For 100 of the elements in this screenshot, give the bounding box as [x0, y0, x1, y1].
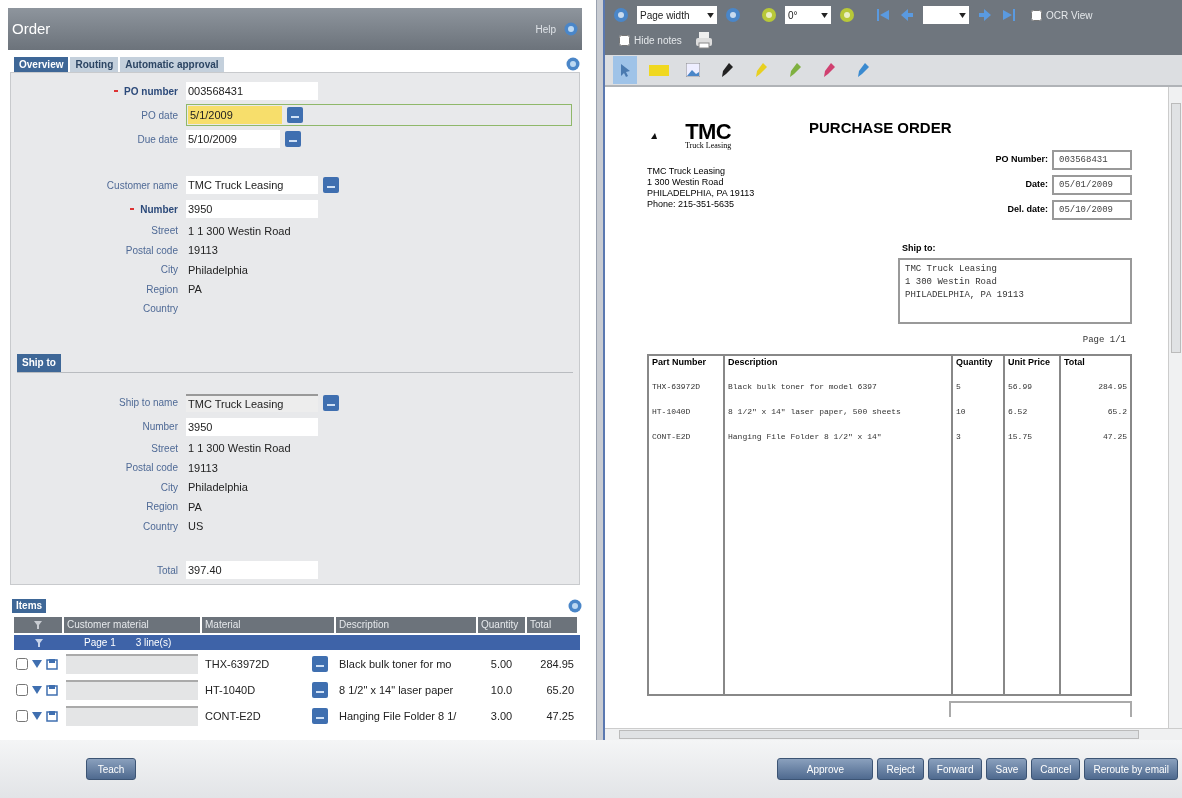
tab[interactable]: Routing — [70, 57, 119, 72]
row-checkbox[interactable] — [16, 710, 28, 722]
field-label: Customer name — [106, 178, 178, 193]
checkbox-label: Hide notes — [634, 33, 682, 48]
expand-icon[interactable] — [31, 710, 43, 722]
checkbox[interactable] — [1031, 9, 1042, 21]
input-field[interactable] — [66, 680, 198, 700]
help-icon[interactable] — [568, 599, 582, 613]
edit-icon[interactable] — [46, 684, 58, 696]
rotate-right-icon[interactable] — [839, 7, 855, 23]
field-label: Street — [151, 224, 178, 239]
filter-icon[interactable] — [34, 637, 44, 648]
input-field[interactable] — [66, 706, 198, 726]
input-field[interactable] — [66, 654, 198, 674]
field-value: PA — [187, 282, 202, 297]
input-field[interactable]: 3950 — [186, 200, 318, 218]
table-cell-text: 3 — [956, 430, 962, 443]
field-label: PO Number: — [995, 152, 1048, 166]
edit-icon[interactable] — [46, 658, 58, 670]
vertical-scrollbar[interactable] — [1168, 87, 1182, 728]
footer-button[interactable]: Teach — [86, 758, 136, 780]
field-value: Philadelphia — [187, 480, 248, 495]
page-dropdown[interactable] — [923, 6, 969, 24]
checkbox[interactable] — [619, 34, 630, 46]
table-cell-text: 5 — [956, 380, 962, 393]
scrollbar-thumb[interactable] — [1170, 103, 1181, 353]
zoom-out-icon[interactable] — [613, 7, 629, 23]
column-header[interactable]: Total — [527, 617, 577, 633]
input-field[interactable]: 397.40 — [186, 561, 318, 579]
field-label: Street — [151, 441, 178, 456]
field-label: Total — [156, 563, 178, 578]
row-checkbox[interactable] — [16, 684, 28, 696]
table-cell-text: 65.2 — [1106, 405, 1127, 418]
document-field: 05/01/2009 — [1052, 174, 1132, 195]
column-header[interactable]: Material — [202, 617, 334, 633]
sticky-note-icon — [649, 63, 669, 77]
date-field[interactable]: 5/10/2009 — [186, 130, 280, 148]
pointer-icon — [618, 63, 632, 77]
table-cell-text: CONT-E2D — [652, 430, 692, 443]
expand-icon[interactable] — [31, 684, 43, 696]
rotation-dropdown[interactable]: 0° — [785, 6, 831, 24]
column-header: Description — [728, 355, 779, 368]
dropdown-caret-icon — [959, 12, 966, 18]
tab[interactable]: Automatic approval — [120, 57, 224, 72]
field-label: Region — [146, 282, 178, 297]
lookup-button[interactable] — [312, 656, 328, 672]
logo-icon — [649, 131, 659, 141]
horizontal-scrollbar[interactable] — [605, 728, 1182, 740]
address-line: PHILADELPHIA, PA 19113 — [905, 289, 1025, 302]
lookup-button[interactable] — [312, 682, 328, 698]
column-header[interactable]: Description — [336, 617, 476, 633]
input-field[interactable]: 3950 — [186, 417, 318, 436]
field-label: Ship to name — [119, 396, 178, 410]
tab[interactable]: Overview — [14, 57, 69, 72]
footer-button[interactable]: Save — [986, 758, 1028, 780]
column-header: Part Number — [652, 355, 707, 368]
splitter[interactable] — [597, 0, 605, 740]
calendar-button[interactable] — [287, 107, 303, 123]
document-title: PURCHASE ORDER — [809, 118, 953, 138]
printer-icon[interactable] — [693, 30, 714, 50]
column-header[interactable]: Quantity — [478, 617, 525, 633]
field-value: 19113 — [187, 460, 218, 476]
field-value: US — [187, 519, 204, 534]
help-icon[interactable] — [566, 57, 580, 71]
help-icon[interactable] — [564, 22, 578, 36]
lookup-button[interactable] — [323, 394, 339, 411]
footer-button[interactable]: Forward — [927, 758, 983, 780]
rotate-left-icon[interactable] — [761, 7, 777, 23]
expand-icon[interactable] — [31, 658, 43, 670]
lookup-button[interactable] — [312, 708, 328, 724]
table-cell-text: 15.75 — [1008, 430, 1033, 443]
table-cell-text: 10 — [956, 405, 967, 418]
field-label: PO number — [124, 84, 178, 99]
footer-button[interactable]: Cancel — [1031, 758, 1081, 780]
table-cell-text: 284.95 — [1097, 380, 1127, 393]
input-field[interactable]: TMC Truck Leasing — [186, 176, 318, 194]
dropdown-caret-icon — [821, 12, 828, 18]
footer-button[interactable]: Reroute by email — [1084, 758, 1178, 780]
column-header[interactable]: Customer material — [64, 617, 200, 633]
scrollbar-thumb[interactable] — [619, 730, 1139, 739]
footer-button[interactable]: Reject — [877, 758, 924, 780]
table-cell-text: Hanging File Folder 8 1/2" x 14" — [728, 430, 883, 443]
edit-icon[interactable] — [46, 710, 58, 722]
input-field[interactable]: TMC Truck Leasing — [186, 393, 318, 412]
lookup-button[interactable] — [323, 177, 339, 193]
field-label: Country — [143, 519, 178, 534]
filter-icon[interactable] — [33, 620, 43, 630]
logo-subtitle: Truck Leasing — [685, 142, 732, 150]
date-field[interactable]: 5/1/2009 — [188, 106, 282, 124]
group-page-label: Page 1 — [84, 636, 116, 650]
row-checkbox[interactable] — [16, 658, 28, 670]
footer-button[interactable]: Approve — [777, 758, 874, 780]
zoom-in-icon[interactable] — [725, 7, 741, 23]
calendar-button[interactable] — [285, 131, 301, 147]
field-label: Number — [140, 202, 178, 217]
input-field[interactable]: 003568431 — [186, 82, 318, 100]
zoom-dropdown[interactable]: Page width — [637, 6, 717, 24]
field-label: Del. date: — [1007, 202, 1048, 216]
table-cell-text: 56.99 — [1008, 380, 1033, 393]
table-cell-text: 47.25 — [1102, 430, 1127, 443]
